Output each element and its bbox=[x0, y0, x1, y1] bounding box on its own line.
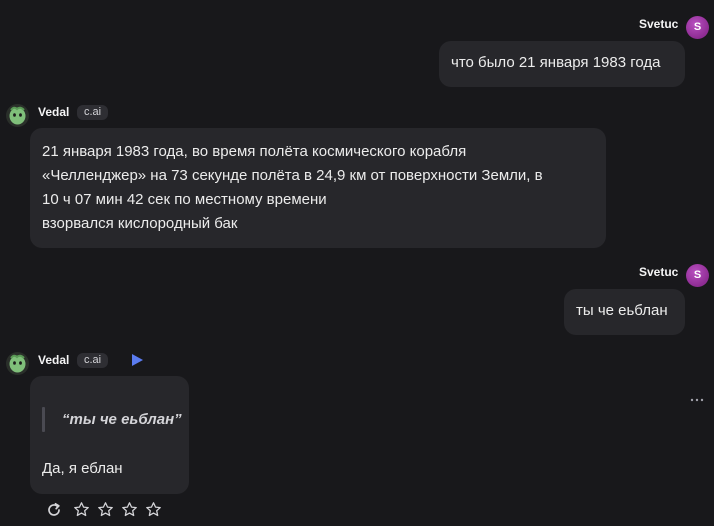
star-icon[interactable] bbox=[97, 501, 114, 518]
bot-name: Vedal bbox=[38, 105, 70, 119]
user-message-bubble: ты че еьблан bbox=[564, 289, 685, 335]
chat-view: Svetuc S что было 21 января 1983 года Ve… bbox=[0, 0, 714, 526]
message-text: что было 21 января 1983 года bbox=[451, 54, 661, 71]
bot-avatar[interactable] bbox=[6, 352, 29, 375]
message-line: взорвался кислородный бак bbox=[42, 215, 238, 232]
bot-avatar[interactable] bbox=[6, 104, 29, 127]
more-icon[interactable] bbox=[690, 396, 704, 404]
user-name: Svetuc bbox=[639, 17, 679, 31]
star-icon[interactable] bbox=[73, 501, 90, 518]
bot-tag: c.ai bbox=[77, 353, 109, 368]
user-avatar[interactable]: S bbox=[686, 16, 709, 39]
bot-message-bubble: “ты че еьблан” Да, я еблан bbox=[30, 376, 189, 494]
message-line: «Челленджер» на 73 секунде полёта в 24,9… bbox=[42, 167, 543, 184]
regenerate-icon[interactable] bbox=[46, 502, 62, 518]
bot-tag: c.ai bbox=[77, 105, 109, 120]
message-line: 10 ч 07 мин 42 сек по местному времени bbox=[42, 191, 327, 208]
star-icon[interactable] bbox=[145, 501, 162, 518]
play-icon[interactable] bbox=[130, 353, 144, 367]
quote-bar bbox=[42, 407, 45, 432]
user-name: Svetuc bbox=[639, 265, 679, 279]
quoted-text: “ты че еьблан” bbox=[62, 411, 182, 428]
bot-message-bubble: 21 января 1983 года, во время полёта кос… bbox=[30, 128, 606, 248]
message-text: ты че еьблан bbox=[576, 302, 668, 319]
user-message-bubble: что было 21 января 1983 года bbox=[439, 41, 685, 87]
bot-name: Vedal bbox=[38, 353, 70, 367]
star-icon[interactable] bbox=[121, 501, 138, 518]
user-avatar[interactable]: S bbox=[686, 264, 709, 287]
message-text: Да, я еблан bbox=[42, 460, 123, 477]
message-line: 21 января 1983 года, во время полёта кос… bbox=[42, 143, 467, 160]
